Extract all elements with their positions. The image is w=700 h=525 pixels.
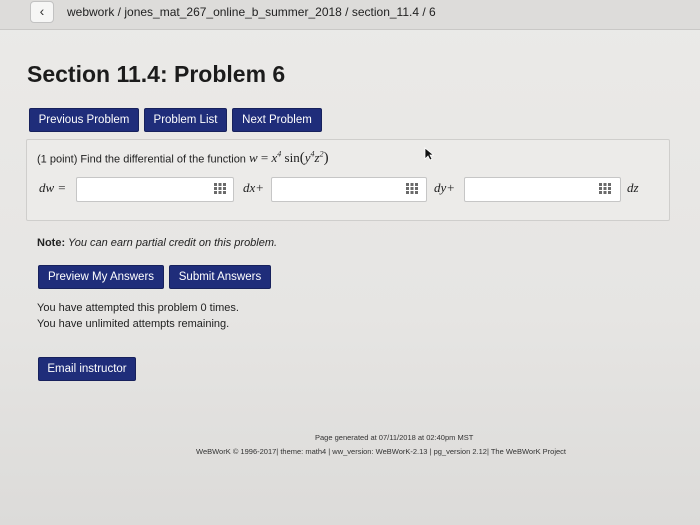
attempts-remaining-text: You have unlimited attempts remaining.	[37, 318, 230, 330]
dw-label: dw =	[39, 180, 67, 195]
previous-problem-button[interactable]: Previous Problem	[29, 108, 139, 132]
page: ‹ webwork / jones_mat_267_online_b_summe…	[0, 0, 700, 525]
page-generated-text: Page generated at 07/11/2018 at 02:40pm …	[315, 433, 474, 442]
top-bar: ‹ webwork / jones_mat_267_online_b_summe…	[0, 0, 700, 30]
dy-coefficient-input[interactable]	[271, 177, 427, 202]
page-title: Section 11.4: Problem 6	[27, 61, 286, 87]
submit-answers-button[interactable]: Submit Answers	[169, 265, 271, 289]
equation-editor-icon[interactable]	[406, 183, 418, 194]
next-problem-button[interactable]: Next Problem	[232, 108, 322, 132]
chevron-left-icon: ‹	[39, 3, 45, 19]
problem-points-text: (1 point) Find the differential of the f…	[37, 153, 246, 166]
dz-coefficient-input[interactable]	[464, 177, 621, 202]
dx-label: dx+	[243, 180, 265, 195]
dx-coefficient-input[interactable]	[76, 177, 234, 202]
dy-label: dy+	[434, 180, 456, 195]
back-button[interactable]: ‹	[30, 1, 54, 23]
email-instructor-button[interactable]: Email instructor	[38, 357, 136, 381]
equation-editor-icon[interactable]	[599, 183, 611, 194]
problem-list-button[interactable]: Problem List	[144, 108, 227, 132]
equation-editor-icon[interactable]	[214, 183, 226, 194]
attempts-count-text: You have attempted this problem 0 times.	[37, 302, 239, 314]
footer-credits: WeBWorK © 1996-2017| theme: math4 | ww_v…	[196, 447, 567, 456]
partial-credit-note: Note: You can earn partial credit on thi…	[37, 237, 278, 249]
mouse-cursor-icon	[424, 147, 434, 161]
dz-label: dz	[627, 180, 639, 195]
function-formula: w = x4 sin(y4z2)	[249, 150, 329, 167]
preview-answers-button[interactable]: Preview My Answers	[38, 265, 164, 289]
breadcrumb[interactable]: webwork / jones_mat_267_online_b_summer_…	[67, 5, 436, 19]
problem-statement: (1 point) Find the differential of the f…	[37, 150, 329, 167]
